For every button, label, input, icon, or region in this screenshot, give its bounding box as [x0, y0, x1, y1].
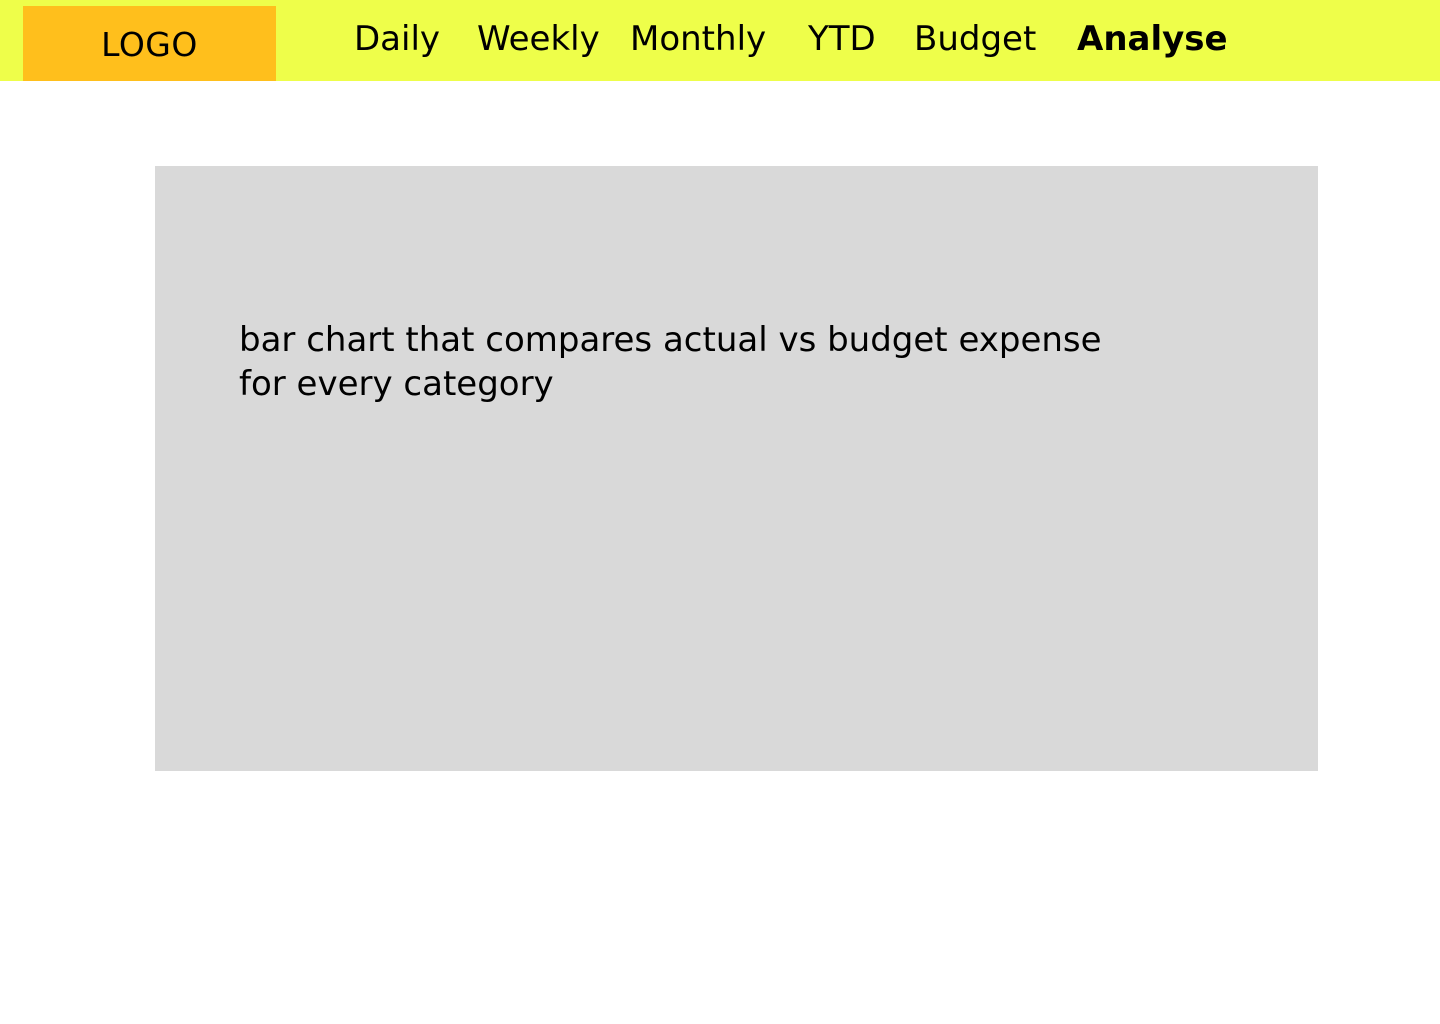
- logo-text: LOGO: [101, 25, 198, 64]
- nav-tab-ytd[interactable]: YTD: [808, 17, 876, 61]
- top-navigation-bar: LOGO Daily Weekly Monthly YTD Budget Ana…: [0, 0, 1440, 81]
- nav-tab-monthly[interactable]: Monthly: [630, 17, 766, 61]
- nav-tab-daily[interactable]: Daily: [354, 17, 440, 61]
- chart-placeholder: bar chart that compares actual vs budget…: [155, 166, 1318, 771]
- chart-placeholder-text: bar chart that compares actual vs budget…: [239, 320, 1102, 404]
- nav-tab-budget[interactable]: Budget: [914, 17, 1036, 61]
- logo[interactable]: LOGO: [23, 6, 276, 81]
- nav-tab-analyse[interactable]: Analyse: [1077, 17, 1228, 61]
- nav-tab-weekly[interactable]: Weekly: [477, 17, 600, 61]
